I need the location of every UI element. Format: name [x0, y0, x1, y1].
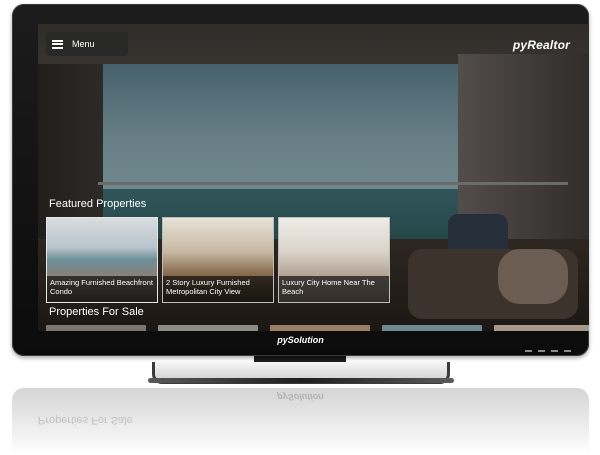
- menu-label: Menu: [72, 39, 95, 49]
- app-screen: Menu pyRealtor Featured Properties Amazi…: [38, 24, 589, 331]
- reflection-brand: pySolution: [277, 392, 324, 402]
- tv-brand: pySolution: [277, 335, 324, 345]
- for-sale-thumb[interactable]: [158, 325, 258, 331]
- tv-frame: Menu pyRealtor Featured Properties Amazi…: [12, 4, 589, 356]
- property-caption: Amazing Furnished Beachfront Condo: [47, 276, 157, 302]
- tv-button-icon: [538, 350, 545, 352]
- property-caption: 2 Story Luxury Furnished Metropolitan Ci…: [163, 276, 273, 302]
- tv-button-icon: [525, 350, 532, 352]
- property-caption: Luxury City Home Near The Beach: [279, 276, 389, 302]
- tv-stand-foot: [148, 378, 454, 383]
- for-sale-thumb[interactable]: [382, 325, 482, 331]
- for-sale-row: [46, 325, 589, 331]
- app-logo: pyRealtor: [512, 38, 570, 52]
- for-sale-thumb[interactable]: [494, 325, 589, 331]
- featured-card-1[interactable]: Amazing Furnished Beachfront Condo: [46, 217, 158, 303]
- featured-row: Amazing Furnished Beachfront Condo 2 Sto…: [46, 217, 390, 303]
- hamburger-icon: [52, 39, 63, 49]
- for-sale-thumb[interactable]: [46, 325, 146, 331]
- featured-title: Featured Properties: [49, 198, 147, 210]
- featured-card-2[interactable]: 2 Story Luxury Furnished Metropolitan Ci…: [162, 217, 274, 303]
- menu-button[interactable]: Menu: [46, 32, 128, 56]
- tv-panel-buttons: [525, 350, 571, 352]
- for-sale-thumb[interactable]: [270, 325, 370, 331]
- reflection-title: Properties For Sale: [38, 414, 133, 426]
- for-sale-title: Properties For Sale: [49, 306, 144, 318]
- tv-reflection: pySolution Properties For Sale: [12, 388, 589, 455]
- featured-card-3[interactable]: Luxury City Home Near The Beach: [278, 217, 390, 303]
- tv-button-icon: [551, 350, 558, 352]
- tv-button-icon: [564, 350, 571, 352]
